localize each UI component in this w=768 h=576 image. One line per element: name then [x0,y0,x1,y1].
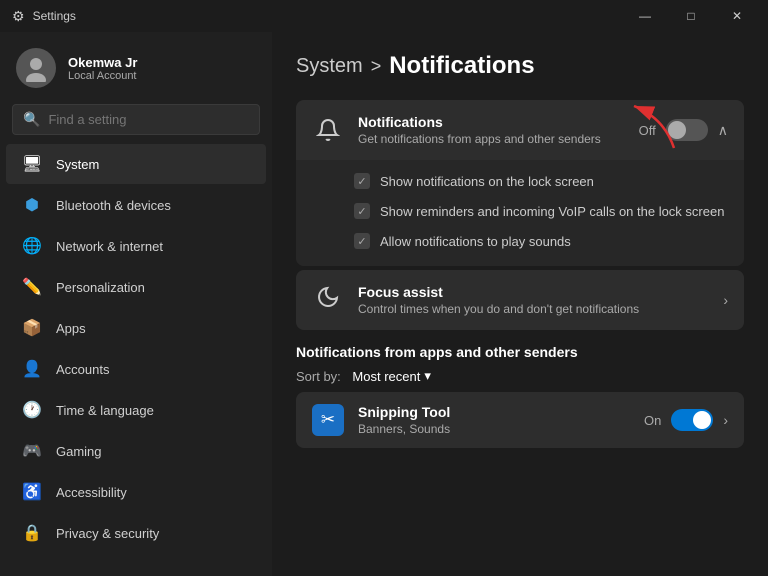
notifications-main: Notifications Get notifications from app… [296,100,744,160]
titlebar-left: ⚙ Settings [12,8,76,25]
search-input[interactable] [48,112,249,127]
system-icon: 🖥 [22,154,42,174]
apps-icon: 📦 [22,318,42,338]
user-account: Local Account [68,70,137,82]
titlebar: ⚙ Settings — □ ✕ [0,0,768,32]
sidebar-item-bluetooth[interactable]: ⬢ Bluetooth & devices [6,185,266,225]
settings-icon: ⚙ [12,8,25,25]
sort-chevron-icon: ▾ [424,368,431,384]
sidebar-item-accessibility[interactable]: ♿ Accessibility [6,472,266,512]
personalization-icon: ✏️ [22,277,42,297]
time-icon: 🕐 [22,400,42,420]
sidebar: Okemwa Jr Local Account 🔍 🖥 System ⬢ Blu… [0,32,272,576]
user-section: Okemwa Jr Local Account [0,32,272,100]
lock-screen-label: Show notifications on the lock screen [380,174,594,189]
app-toggle[interactable] [671,409,713,431]
page-header: System > Notifications [296,52,744,80]
focus-text: Focus assist Control times when you do a… [358,284,709,316]
app-body: Okemwa Jr Local Account 🔍 🖥 System ⬢ Blu… [0,32,768,576]
focus-chevron-icon: › [723,292,728,308]
focus-title: Focus assist [358,284,709,300]
reminders-checkbox[interactable] [354,203,370,219]
sidebar-item-network[interactable]: 🌐 Network & internet [6,226,266,266]
app-subtitle: Banners, Sounds [358,422,630,436]
toggle-off-label: Off [639,123,656,138]
sidebar-item-label: Network & internet [56,239,163,254]
close-button[interactable]: ✕ [714,0,760,32]
nav-items: 🖥 System ⬢ Bluetooth & devices 🌐 Network… [0,143,272,576]
toggle-knob [668,121,686,139]
sort-row: Sort by: Most recent ▾ [296,368,744,384]
sidebar-item-system[interactable]: 🖥 System [6,144,266,184]
sub-option-reminders: Show reminders and incoming VoIP calls o… [354,196,744,226]
titlebar-title: Settings [33,9,76,23]
app-row-chevron-icon: › [723,412,728,428]
titlebar-controls: — □ ✕ [622,0,760,32]
sidebar-item-label: Accessibility [56,485,127,500]
toggle-knob [693,411,711,429]
notifications-title: Notifications [358,114,625,130]
bell-icon [312,114,344,146]
content-area: System > Notifications Notifications Get… [272,32,768,576]
app-row-snipping-tool[interactable]: ✂ Snipping Tool Banners, Sounds On › [296,392,744,448]
maximize-button[interactable]: □ [668,0,714,32]
sidebar-item-label: Personalization [56,280,145,295]
focus-assist-card[interactable]: Focus assist Control times when you do a… [296,270,744,330]
app-name: Snipping Tool [358,404,630,420]
page-title: Notifications [389,52,534,80]
sort-label: Sort by: [296,369,341,384]
notifications-card: Notifications Get notifications from app… [296,100,744,266]
user-name: Okemwa Jr [68,55,137,70]
sidebar-item-gaming[interactable]: 🎮 Gaming [6,431,266,471]
accounts-icon: 👤 [22,359,42,379]
sidebar-item-personalization[interactable]: ✏️ Personalization [6,267,266,307]
expand-chevron-icon[interactable]: ∧ [718,122,728,139]
sort-value[interactable]: Most recent ▾ [352,368,430,384]
app-toggle-label: On [644,413,661,428]
sidebar-item-time[interactable]: 🕐 Time & language [6,390,266,430]
privacy-icon: 🔒 [22,523,42,543]
sounds-checkbox[interactable] [354,233,370,249]
from-apps-section-title: Notifications from apps and other sender… [296,344,744,360]
breadcrumb-system: System [296,55,363,78]
sub-option-sounds: Allow notifications to play sounds [354,226,744,256]
sidebar-item-privacy[interactable]: 🔒 Privacy & security [6,513,266,553]
sort-value-text: Most recent [352,369,420,384]
notifications-text: Notifications Get notifications from app… [358,114,625,146]
minimize-button[interactable]: — [622,0,668,32]
sidebar-item-apps[interactable]: 📦 Apps [6,308,266,348]
sub-options: Show notifications on the lock screen Sh… [296,160,744,266]
focus-icon [312,285,344,315]
sidebar-item-label: Bluetooth & devices [56,198,171,213]
sidebar-item-label: Accounts [56,362,109,377]
sidebar-item-accounts[interactable]: 👤 Accounts [6,349,266,389]
accessibility-icon: ♿ [22,482,42,502]
sidebar-item-label: Time & language [56,403,154,418]
app-info: Snipping Tool Banners, Sounds [358,404,630,436]
sidebar-item-label: Gaming [56,444,102,459]
notifications-subtitle: Get notifications from apps and other se… [358,132,625,146]
lock-screen-checkbox[interactable] [354,173,370,189]
breadcrumb-chevron: > [371,56,382,77]
reminders-label: Show reminders and incoming VoIP calls o… [380,204,724,219]
app-right: On › [644,409,728,431]
snipping-tool-icon: ✂ [312,404,344,436]
notifications-controls: Off ∧ [639,119,728,141]
gaming-icon: 🎮 [22,441,42,461]
sounds-label: Allow notifications to play sounds [380,234,571,249]
notifications-toggle[interactable] [666,119,708,141]
search-box[interactable]: 🔍 [12,104,260,135]
avatar [16,48,56,88]
user-info: Okemwa Jr Local Account [68,55,137,82]
sidebar-item-label: Apps [56,321,86,336]
sidebar-item-label: Privacy & security [56,526,159,541]
sub-option-lock-screen: Show notifications on the lock screen [354,166,744,196]
sidebar-item-label: System [56,157,99,172]
network-icon: 🌐 [22,236,42,256]
search-icon: 🔍 [23,111,40,128]
bluetooth-icon: ⬢ [22,195,42,215]
focus-subtitle: Control times when you do and don't get … [358,302,709,316]
